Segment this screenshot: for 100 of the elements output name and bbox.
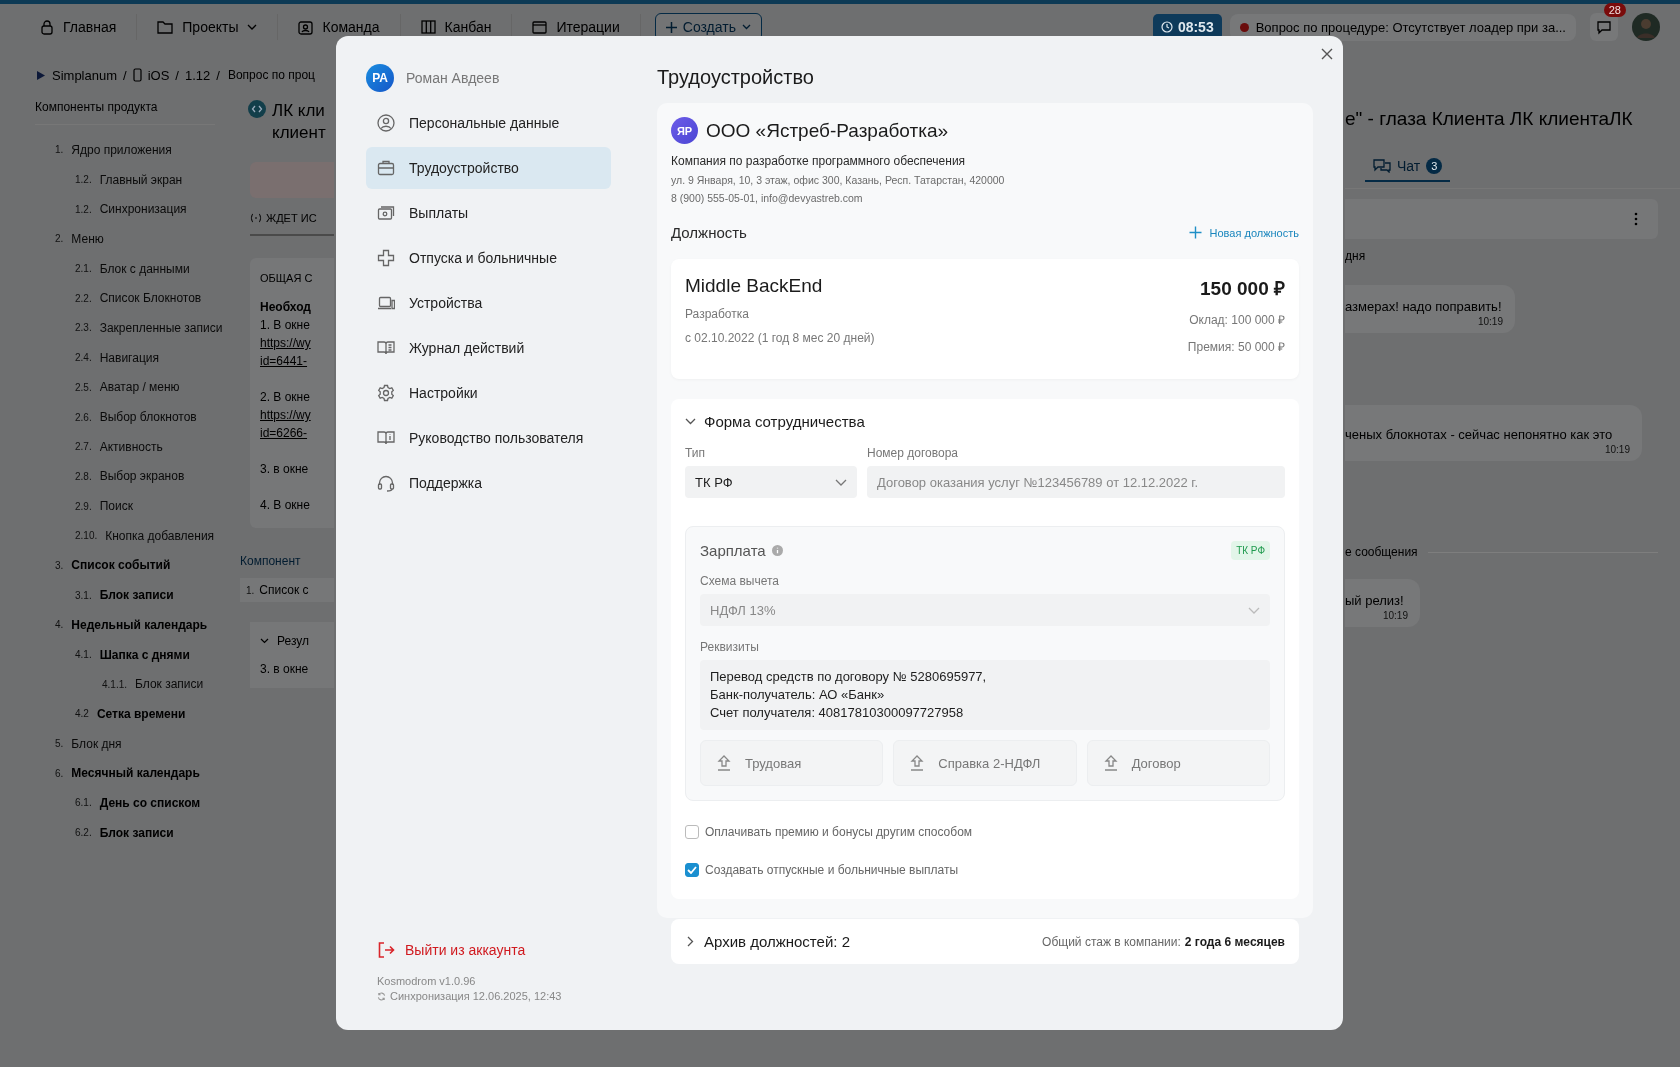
tree-item[interactable]: Навигация <box>99 350 159 365</box>
tree-item[interactable]: Шапка с днями <box>99 647 190 662</box>
message-bubble: ый релиз! 10:19 <box>1345 579 1420 627</box>
menu-item[interactable]: Настройки <box>366 372 611 414</box>
tree-item[interactable]: Выбор экранов <box>99 469 185 484</box>
salary-amount: Оклад: 100 000 ₽ <box>1188 312 1285 328</box>
tree-item[interactable]: Список событий <box>71 558 171 573</box>
notification-pill[interactable]: Вопрос по процедуре: Отсутствует лоадер при за... <box>1229 13 1576 41</box>
chevron-icon[interactable] <box>260 638 269 644</box>
breadcrumb-link[interactable]: Вопрос по проц <box>227 68 315 82</box>
tree-item[interactable]: Недельный календарь <box>71 617 208 632</box>
message-bubble: ченых блокнотах - сейчас непонятно как это 10:19 <box>1345 405 1642 461</box>
tree-item[interactable]: Блок записи <box>99 588 174 603</box>
item-number: 2.4. <box>75 352 92 364</box>
chat-tab[interactable]: Чат 3 <box>1365 158 1451 182</box>
item-number: 4.1.1. <box>102 678 128 690</box>
menu-item[interactable]: Отпуска и больничные <box>366 237 611 279</box>
alert-dot <box>1239 22 1249 32</box>
breadcrumb-link[interactable]: iOS <box>147 67 170 83</box>
item-number: 6. <box>55 767 64 779</box>
tree-item[interactable]: Активность <box>99 439 163 454</box>
tree-item[interactable]: Месячный календарь <box>71 766 200 781</box>
link[interactable]: https://wy <box>260 408 311 422</box>
briefcase-icon <box>377 159 395 177</box>
breadcrumb-link[interactable]: 1.12 <box>184 67 211 83</box>
tree-item[interactable]: Выбор блокнотов <box>99 410 197 425</box>
upload-icon <box>1103 755 1118 771</box>
section-heading: Должность <box>671 224 747 241</box>
upload-button[interactable]: Справка 2-НДФЛ <box>893 740 1077 786</box>
open-book-icon <box>377 339 395 357</box>
menu-item[interactable]: Персональные данные <box>366 102 611 144</box>
user-icon <box>377 114 395 132</box>
item-number: 2.3. <box>75 322 92 334</box>
issue-title: е" - глаза Клиента ЛК клиентаЛК <box>1345 108 1634 130</box>
tree-item[interactable]: Меню <box>71 231 104 246</box>
upload-button[interactable]: Договор <box>1086 740 1270 786</box>
item-number: 1.2. <box>75 203 92 215</box>
tree-item[interactable]: Синхронизация <box>99 202 187 217</box>
item-number: 4.1. <box>75 649 92 661</box>
tree-item[interactable]: Блок с данными <box>99 261 190 276</box>
total-amount: 150 000 ₽ <box>1199 277 1285 301</box>
link[interactable]: https://wy <box>260 336 311 350</box>
menu-item[interactable]: Выплаты <box>366 192 611 234</box>
checkbox[interactable] <box>685 825 699 839</box>
logout-link[interactable]: Выйти из аккаунта <box>366 941 636 959</box>
breadcrumb-link[interactable]: Simplanum <box>52 67 118 83</box>
components-link[interactable]: Компонент <box>240 554 301 568</box>
company-address: ул. 9 Января, 10, 3 этаж, офис 300, Казань, Респ. Татарстан, 420000 <box>671 174 1006 186</box>
close-icon[interactable] <box>1321 48 1333 60</box>
tree-item[interactable]: Сетка времени <box>96 706 186 721</box>
details-field[interactable]: Перевод средств по договору № 5280695977, Банк-получатель: АО «Банк» Счет получателя: 40817810300097727958 <box>700 660 1270 730</box>
tree-item[interactable]: Блок дня <box>71 736 122 751</box>
new-position-link[interactable]: Новая должность <box>1188 226 1299 239</box>
tree-item[interactable]: Главный экран <box>99 172 183 187</box>
status-tab[interactable]: ЖДЕТ ИС <box>250 212 334 236</box>
tree-item[interactable]: Блок записи <box>135 677 204 692</box>
chat-button[interactable] <box>1590 13 1618 41</box>
menu-item[interactable]: Устройства <box>366 282 611 324</box>
scheme-select[interactable]: НДФЛ 13% <box>700 594 1270 626</box>
tree-item[interactable]: Аватар / меню <box>99 380 180 395</box>
component-chip[interactable]: 1. Список с <box>240 578 334 602</box>
description-text: 1. В окне <box>260 318 310 332</box>
field-label: Реквизиты <box>700 640 760 654</box>
item-number: 2.8. <box>75 470 92 482</box>
item-number: 2.1. <box>75 263 92 275</box>
field-label: Схема вычета <box>700 574 781 588</box>
chevron-icon[interactable] <box>685 936 696 947</box>
menu-item[interactable]: Трудоустройство <box>366 147 611 189</box>
message-bubble: азмерах! надо поправить! 10:19 <box>1345 285 1515 333</box>
sync-icon <box>377 991 386 1001</box>
tree-item[interactable]: Кнопка добавления <box>105 528 215 543</box>
type-select[interactable]: ТК РФ <box>685 466 857 498</box>
divider-label: е сообщения <box>1345 545 1418 559</box>
checkbox[interactable] <box>685 863 699 877</box>
chevron-icon[interactable] <box>685 416 696 427</box>
company-contacts: 8 (900) 555-05-01, info@devyastreb.com <box>671 192 864 204</box>
plus-icon <box>665 21 677 33</box>
tree-item[interactable]: Список Блокнотов <box>99 291 202 306</box>
banknote-icon <box>377 204 395 222</box>
settings-icon <box>377 384 395 402</box>
description-text: Необход <box>260 300 311 314</box>
nav-link[interactable]: Проекты <box>151 14 279 40</box>
contract-field[interactable]: Договор оказания услуг №123456789 от 12.12.2022 г. <box>867 466 1285 498</box>
link[interactable]: id=6266- <box>260 426 308 440</box>
nav-link[interactable]: Главная <box>34 14 138 40</box>
tree-item[interactable]: День со списком <box>99 795 201 810</box>
menu-item[interactable]: Поддержка <box>366 462 611 504</box>
tree-item[interactable]: Блок записи <box>99 825 174 840</box>
tree-item[interactable]: Закрепленные записи <box>99 320 223 335</box>
avatar[interactable] <box>1632 13 1660 41</box>
menu-item[interactable]: Журнал действий <box>366 327 611 369</box>
tree-item[interactable]: Поиск <box>99 499 133 514</box>
checkbox-label: Оплачивать премию и бонусы другим способом <box>705 825 973 839</box>
upload-button[interactable]: Трудовая <box>700 740 884 786</box>
link[interactable]: id=6441- <box>260 354 308 368</box>
menu-item[interactable]: Руководство пользователя <box>366 417 611 459</box>
tree-item[interactable]: Ядро приложения <box>71 142 172 157</box>
more-icon[interactable] <box>1634 212 1638 226</box>
position-title: Middle BackEnd <box>685 275 824 297</box>
item-number: 5. <box>55 738 64 750</box>
